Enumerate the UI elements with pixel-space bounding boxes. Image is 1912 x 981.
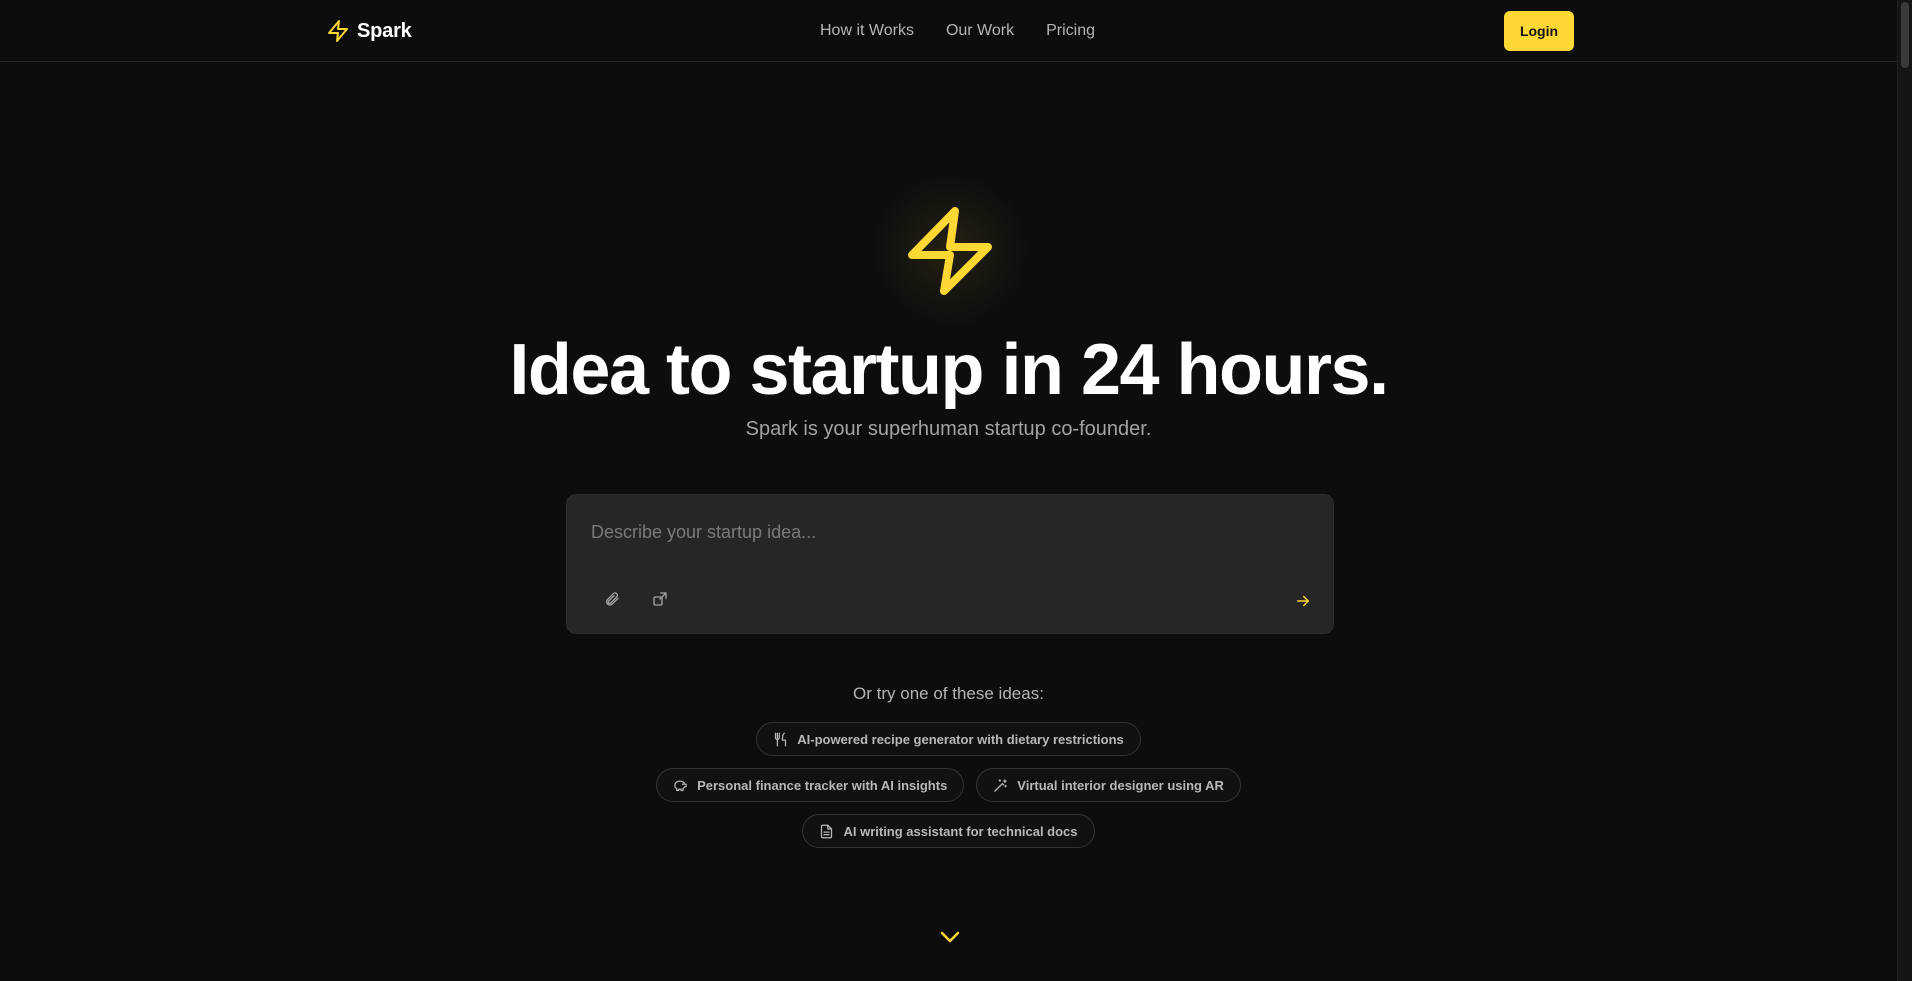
- piggy-bank-icon: [674, 780, 687, 791]
- chip-label: Virtual interior designer using AR: [1017, 777, 1224, 793]
- page-scrollbar[interactable]: [1897, 0, 1912, 981]
- logo-text: Spark: [357, 19, 412, 42]
- chip-label: Personal finance tracker with AI insight…: [697, 777, 948, 793]
- startup-idea-input[interactable]: [591, 517, 1291, 547]
- lightning-bolt-icon: [328, 20, 348, 42]
- nav-link-how-it-works[interactable]: How it Works: [820, 22, 914, 40]
- send-button[interactable]: [1286, 584, 1320, 618]
- share-icon: [653, 592, 667, 606]
- idea-chip-row: AI-powered recipe generator with dietary…: [0, 722, 1897, 756]
- idea-chip-finance-tracker[interactable]: Personal finance tracker with AI insight…: [656, 768, 965, 802]
- navbar-container: Spark How it Works Our Work Pricing Logi…: [326, 0, 1574, 62]
- idea-chip-writing-assistant[interactable]: AI writing assistant for technical docs: [802, 814, 1095, 848]
- share-button[interactable]: [645, 584, 675, 614]
- idea-chip-interior-designer[interactable]: Virtual interior designer using AR: [976, 768, 1241, 802]
- hero-title: Idea to startup in 24 hours.: [509, 330, 1389, 410]
- logo[interactable]: Spark: [326, 19, 412, 43]
- ideas-label: Or try one of these ideas:: [853, 684, 1044, 703]
- paperclip-icon: [606, 592, 619, 606]
- utensils-icon: [775, 732, 787, 746]
- chevron-down-icon[interactable]: [938, 927, 962, 947]
- chip-label: AI-powered recipe generator with dietary…: [797, 731, 1124, 747]
- top-navbar: Spark How it Works Our Work Pricing Logi…: [0, 0, 1897, 62]
- chip-label: AI writing assistant for technical docs: [843, 823, 1078, 839]
- nav-link-our-work[interactable]: Our Work: [946, 22, 1014, 40]
- idea-chip-row: AI writing assistant for technical docs: [0, 814, 1897, 848]
- document-icon: [821, 824, 833, 838]
- lightning-bolt-icon: [908, 207, 992, 295]
- magic-wand-icon: [994, 778, 1008, 792]
- attach-button[interactable]: [597, 584, 627, 614]
- login-button[interactable]: Login: [1504, 11, 1574, 51]
- scrollbar-thumb[interactable]: [1901, 2, 1909, 68]
- main-nav: How it Works Our Work Pricing: [820, 0, 1095, 62]
- landing-page: Spark How it Works Our Work Pricing Logi…: [0, 0, 1912, 981]
- arrow-right-icon: [1297, 595, 1309, 607]
- idea-prompt-box: [566, 494, 1334, 634]
- idea-chip-row: Personal finance tracker with AI insight…: [0, 768, 1897, 802]
- nav-link-pricing[interactable]: Pricing: [1046, 22, 1095, 40]
- hero-subtitle: Spark is your superhuman startup co-foun…: [745, 418, 1152, 440]
- idea-chip-recipe-generator[interactable]: AI-powered recipe generator with dietary…: [756, 722, 1141, 756]
